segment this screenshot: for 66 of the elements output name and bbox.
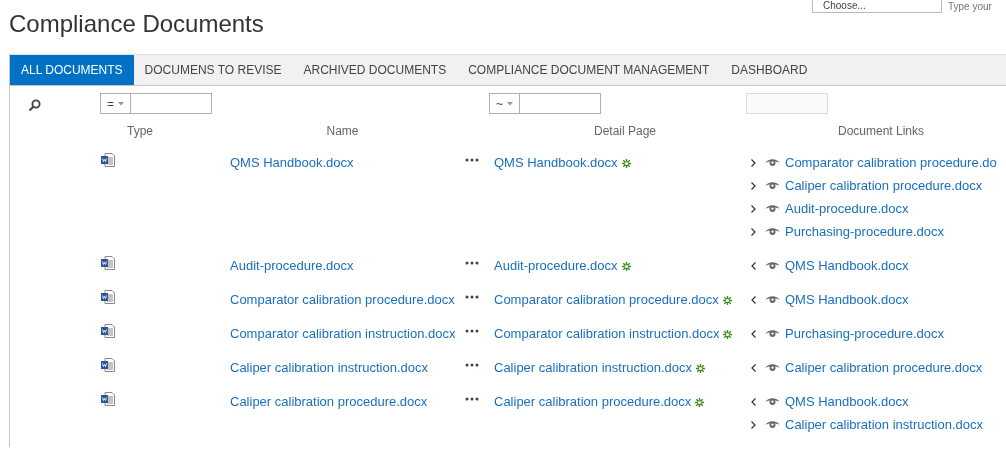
detail-page-link[interactable]: Caliper calibration instruction.docx [494,360,692,375]
detail-page-link[interactable]: Caliper calibration procedure.docx [494,394,692,409]
new-item-icon [695,398,705,408]
document-link[interactable]: Purchasing-procedure.docx [785,322,944,345]
column-header: Detail Page [593,124,656,138]
tab[interactable]: COMPLIANCE DOCUMENT MANAGEMENT [457,55,721,85]
eye-icon[interactable] [765,158,780,167]
caret-icon [118,101,124,106]
column-header: Name [326,124,359,138]
detail-filter[interactable]: ~ [489,93,601,114]
tab[interactable]: ALL DOCUMENTS [10,55,134,85]
new-item-icon [621,262,631,272]
detail-page-link[interactable]: Comparator calibration procedure.docx [494,292,719,307]
document-link[interactable]: Comparator calibration instruction.docx [230,326,456,341]
eye-icon[interactable] [765,261,780,270]
column-header: Document Links [837,124,924,138]
more-icon[interactable] [465,294,479,299]
document-link[interactable]: QMS Handbook.docx [230,155,354,170]
document-link[interactable]: Caliper calibration instruction.docx [785,413,983,436]
tab[interactable]: DASHBOARD [720,55,819,85]
document-link[interactable]: QMS Handbook.docx [785,390,909,413]
eye-icon[interactable] [765,227,780,236]
document-link[interactable]: Caliper calibration procedure.docx [785,356,983,379]
eye-icon[interactable] [765,181,780,190]
document-link[interactable]: Caliper calibration instruction.docx [230,360,428,375]
document-link[interactable]: Audit-procedure.docx [785,197,909,220]
name-filter[interactable]: = [100,93,212,114]
document-link[interactable]: Comparator calibration procedure.do [785,151,997,174]
eye-icon[interactable] [765,295,780,304]
eye-icon[interactable] [765,397,780,406]
document-link[interactable]: Purchasing-procedure.docx [785,220,944,243]
document-link[interactable]: QMS Handbook.docx [785,254,909,277]
new-item-icon [723,330,733,340]
tab[interactable]: DOCUMENS TO REVISE [133,55,293,85]
document-link[interactable]: Audit-procedure.docx [230,258,354,273]
word-document-icon [100,390,116,407]
word-document-icon [100,151,116,168]
eye-icon[interactable] [765,329,780,338]
detail-page-link[interactable]: Comparator calibration instruction.docx [494,326,720,341]
document-link[interactable]: QMS Handbook.docx [785,288,909,311]
new-item-icon [722,296,732,306]
more-icon[interactable] [465,396,479,401]
search-icon[interactable] [28,99,41,112]
eye-icon[interactable] [765,420,780,429]
more-icon[interactable] [465,260,479,265]
word-document-icon [100,288,116,305]
caret-icon [507,101,513,106]
column-header: Type [127,124,153,138]
choose-dropdown[interactable]: Choose... [812,0,942,13]
eye-icon[interactable] [765,363,780,372]
new-item-icon [696,364,705,374]
document-link[interactable]: Comparator calibration procedure.docx [230,292,455,307]
detail-page-link[interactable]: Audit-procedure.docx [494,258,618,273]
more-icon[interactable] [465,362,479,367]
word-document-icon [100,254,116,271]
tab[interactable]: ARCHIVED DOCUMENTS [292,55,458,85]
new-item-icon [621,159,631,169]
more-icon[interactable] [465,157,479,162]
word-document-icon [100,322,116,339]
word-document-icon [100,356,116,373]
more-icon[interactable] [465,328,479,333]
detail-page-link[interactable]: QMS Handbook.docx [494,155,618,170]
page-title: Compliance Documents [8,9,264,39]
eye-icon[interactable] [765,204,780,213]
document-link[interactable]: Caliper calibration procedure.docx [230,394,428,409]
document-link[interactable]: Caliper calibration procedure.docx [785,174,983,197]
